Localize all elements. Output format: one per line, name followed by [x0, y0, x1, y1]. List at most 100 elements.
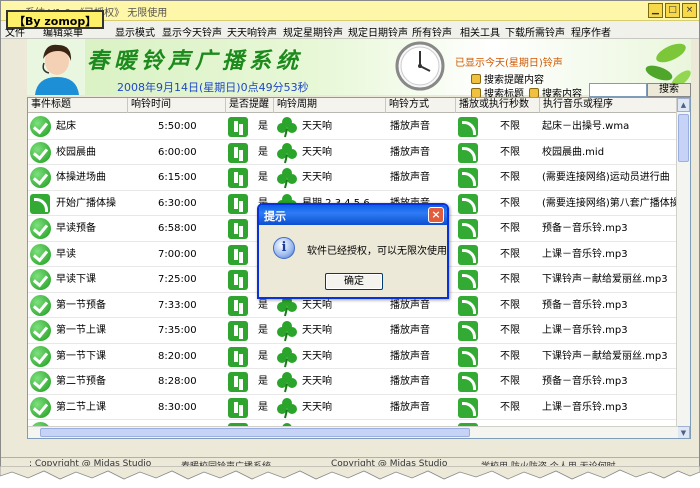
- music-file: 上课－音乐铃.mp3: [542, 248, 628, 260]
- play-seconds: 不限: [500, 146, 520, 158]
- reminder-icon: [228, 295, 248, 316]
- dialog-title: 提示: [264, 210, 286, 223]
- ring-mode: 播放声音: [390, 172, 430, 183]
- column-header[interactable]: 响铃方式: [386, 98, 456, 113]
- reminder-icon: [228, 117, 248, 137]
- table-row[interactable]: 体操进场曲 6:15:00 是 天天响 播放声音 不限 (需要连接网络)运动员进行曲: [28, 165, 678, 191]
- play-seconds: 不限: [500, 401, 520, 413]
- ok-button[interactable]: 确定: [325, 273, 383, 290]
- ring-mode: 播放声音: [390, 350, 430, 362]
- music-file: 校园晨曲.mid: [542, 146, 605, 158]
- table-row[interactable]: 第二节预备 8:28:00 是 天天响 播放声音 不限 预备－音乐铃.mp3: [28, 369, 678, 395]
- current-datetime: 2008年9月14日(星期日)0点49分53秒: [117, 81, 309, 94]
- clover-icon: [277, 346, 297, 367]
- scroll-thumb[interactable]: [40, 428, 470, 437]
- music-file: (需要连接网络)运动员进行曲: [542, 172, 670, 183]
- ring-time: 6:58:00: [158, 223, 197, 234]
- check-icon: [30, 320, 51, 341]
- reminder-icon: [228, 270, 248, 290]
- event-title: 早读预备: [56, 223, 96, 234]
- column-header[interactable]: 响铃周期: [274, 98, 386, 113]
- reminder-icon: [228, 142, 248, 163]
- event-title: 第二节上课: [56, 401, 106, 413]
- column-header[interactable]: 事件标题: [28, 98, 128, 113]
- option-bullet-icon: [471, 73, 481, 84]
- dialog-message: 软件已经授权，可以无限次使用: [307, 246, 447, 257]
- menu-display-mode[interactable]: 显示模式: [115, 24, 155, 39]
- ring-time: 6:00:00: [158, 146, 197, 158]
- scroll-up-icon[interactable]: ▲: [677, 98, 690, 112]
- event-title: 开始广播体操: [56, 197, 116, 209]
- ring-time: 7:35:00: [158, 325, 197, 336]
- banner-title: 春暖铃声广播系统: [87, 48, 304, 74]
- table-row[interactable]: 第一节上课 7:35:00 是 天天响 播放声音 不限 上课－音乐铃.mp3: [28, 318, 678, 344]
- play-icon: [458, 397, 478, 418]
- ring-cycle: 天天响: [302, 376, 332, 387]
- show-today-label: 已显示今天(星期日)铃声: [455, 58, 563, 69]
- play-seconds: 不限: [500, 376, 520, 387]
- menu-bar: 文件 编辑菜单 显示模式 显示今天铃声 天天响铃声 规定星期铃声 规定日期铃声 …: [1, 21, 699, 39]
- music-file: 预备－音乐铃.mp3: [542, 223, 628, 234]
- ring-mode: 播放声音: [390, 325, 430, 336]
- horizontal-scrollbar[interactable]: [28, 426, 678, 438]
- search-button[interactable]: 搜索: [647, 83, 691, 97]
- operator-avatar: [27, 39, 85, 95]
- music-file: 起床－出操号.wma: [542, 121, 630, 132]
- play-icon: [458, 142, 478, 163]
- maximize-button[interactable]: □: [665, 3, 680, 18]
- clover-icon: [277, 142, 297, 163]
- menu-weekday-rings[interactable]: 规定星期铃声: [283, 24, 343, 39]
- column-header[interactable]: 播放或执行秒数: [456, 98, 540, 113]
- minimize-button[interactable]: ▁: [648, 3, 663, 18]
- remind-flag: 是: [258, 146, 268, 158]
- music-file: 下课铃声－献给爱丽丝.mp3: [542, 274, 668, 285]
- reminder-icon: [228, 219, 248, 239]
- play-seconds: 不限: [500, 274, 520, 285]
- remind-flag: 是: [258, 401, 268, 413]
- menu-author[interactable]: 程序作者: [571, 24, 611, 39]
- column-header[interactable]: 执行音乐或程序: [540, 98, 678, 113]
- menu-today-rings[interactable]: 显示今天铃声: [162, 24, 222, 39]
- ring-cycle: 天天响: [302, 325, 332, 336]
- column-header[interactable]: 响铃时间: [128, 98, 226, 113]
- table-row[interactable]: 第一节下课 8:20:00 是 天天响 播放声音 不限 下课铃声－献给爱丽丝.mp3: [28, 344, 678, 369]
- menu-daily-rings[interactable]: 天天响铃声: [227, 24, 277, 39]
- play-seconds: 不限: [500, 172, 520, 183]
- reminder-icon: [228, 321, 248, 341]
- ring-cycle: 天天响: [302, 172, 332, 183]
- scroll-thumb[interactable]: [678, 114, 689, 162]
- menu-tools[interactable]: 相关工具: [460, 24, 500, 39]
- menu-all-rings[interactable]: 所有铃声: [412, 24, 452, 39]
- menu-download-rings[interactable]: 下载所需铃声: [505, 24, 565, 39]
- play-seconds: 不限: [500, 248, 520, 260]
- reminder-icon: [228, 193, 248, 214]
- ring-cycle: 天天响: [302, 146, 332, 158]
- music-file: 下课铃声－献给爱丽丝.mp3: [542, 350, 668, 362]
- ring-mode: 播放声音: [390, 401, 430, 413]
- close-window-button[interactable]: ×: [682, 3, 697, 18]
- watermark-label: 【By zomop】: [6, 10, 105, 29]
- music-file: (需要连接网络)第八套广播体操: [542, 197, 678, 209]
- scroll-down-icon[interactable]: ▼: [677, 426, 690, 438]
- check-icon: [30, 294, 51, 316]
- play-icon: [458, 372, 478, 392]
- table-row[interactable]: 起床 5:50:00 是 天天响 播放声音 不限 起床－出操号.wma: [28, 114, 678, 140]
- check-icon: [30, 218, 51, 239]
- table-row[interactable]: 校园晨曲 6:00:00 是 天天响 播放声音 不限 校园晨曲.mid: [28, 140, 678, 165]
- ring-time: 6:30:00: [158, 197, 197, 209]
- reminder-icon: [228, 372, 248, 392]
- music-file: 上课－音乐铃.mp3: [542, 401, 628, 413]
- music-file: 预备－音乐铃.mp3: [542, 376, 628, 387]
- column-header[interactable]: 是否提醒: [226, 98, 274, 113]
- search-input[interactable]: [589, 83, 647, 97]
- search-reminder-option[interactable]: 搜索提醒内容: [471, 71, 544, 86]
- message-dialog: 提示 × i 软件已经授权，可以无限次使用 确定: [257, 203, 449, 299]
- music-file: 预备－音乐铃.mp3: [542, 299, 628, 311]
- menu-date-rings[interactable]: 规定日期铃声: [348, 24, 408, 39]
- table-row[interactable]: 第二节上课 8:30:00 是 天天响 播放声音 不限 上课－音乐铃.mp3: [28, 395, 678, 420]
- close-icon[interactable]: ×: [428, 207, 444, 223]
- play-seconds: 不限: [500, 299, 520, 311]
- vertical-scrollbar[interactable]: ▲ ▼: [676, 98, 690, 438]
- event-title: 第一节上课: [56, 325, 106, 336]
- ring-mode: 播放声音: [390, 121, 430, 132]
